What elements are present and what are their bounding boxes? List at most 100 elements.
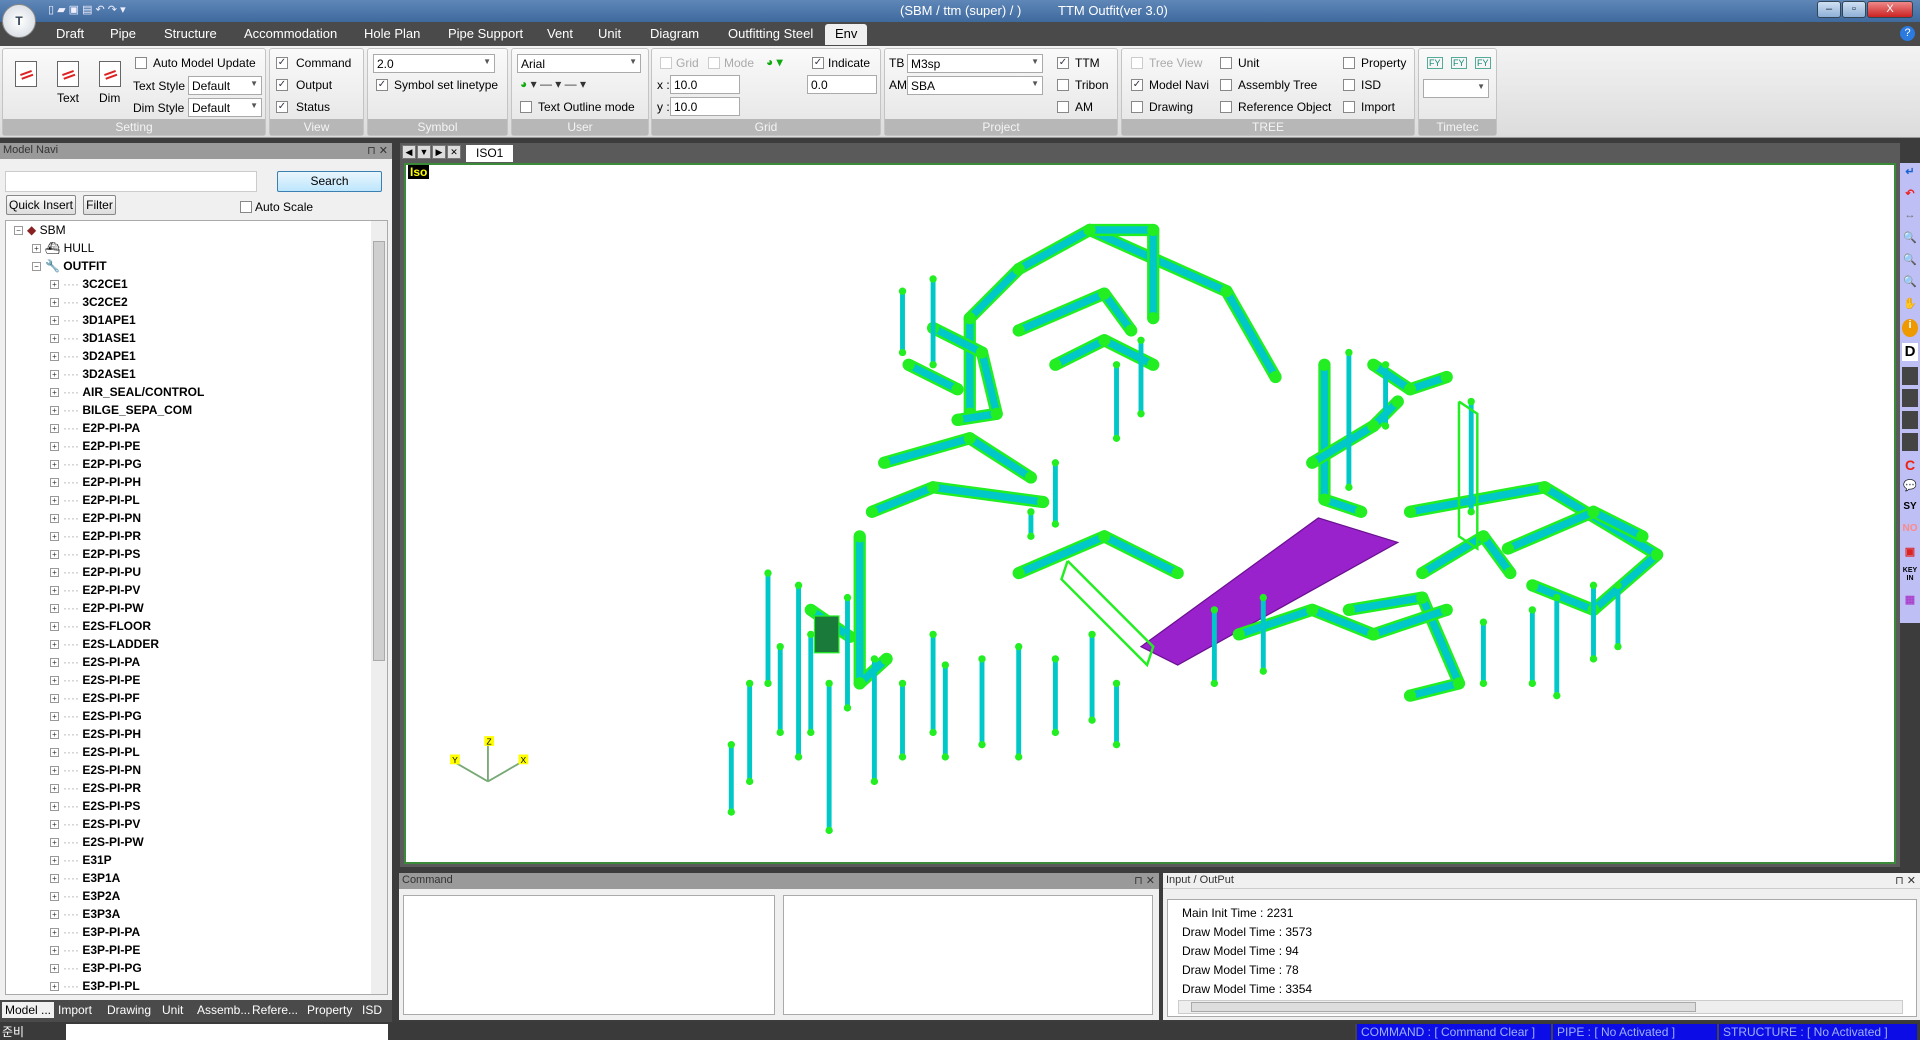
tree-node[interactable]: + ···· 3D1ASE1 — [50, 329, 136, 347]
expand-icon[interactable]: + — [50, 892, 59, 902]
am-checkbox[interactable] — [1057, 101, 1069, 113]
grid-checkbox[interactable] — [660, 57, 672, 69]
expand-icon[interactable]: + — [50, 622, 59, 632]
expand-icon[interactable]: + — [50, 316, 59, 326]
close-tab-icon[interactable]: ✕ — [447, 145, 461, 159]
font-select[interactable]: Arial ▼ — [517, 54, 641, 73]
tree-node[interactable]: + ···· E31P — [50, 851, 112, 869]
expand-icon[interactable]: + — [50, 712, 59, 722]
expand-icon[interactable]: + — [50, 496, 59, 506]
expand-icon[interactable]: + — [50, 784, 59, 794]
expand-icon[interactable]: + — [50, 838, 59, 848]
dim-button[interactable]: Dim — [99, 91, 120, 105]
status-checkbox[interactable]: ✓ — [276, 101, 288, 113]
tree-node[interactable]: + ···· E2S-PI-PH — [50, 725, 141, 743]
text-document-icon[interactable] — [57, 61, 79, 87]
tree-node[interactable]: + ···· E3P-PI-PE — [50, 941, 140, 959]
symbol-set-linetype-checkbox[interactable]: ✓ — [376, 79, 388, 91]
expand-icon[interactable]: + — [50, 946, 59, 956]
tree-node[interactable]: + ···· E2P-PI-PW — [50, 599, 144, 617]
expand-icon[interactable]: + — [50, 730, 59, 740]
expand-icon[interactable]: + — [50, 334, 59, 344]
tab-diagram[interactable]: Diagram — [650, 26, 699, 41]
reference-object-checkbox[interactable] — [1220, 101, 1232, 113]
command-history-area[interactable] — [783, 895, 1153, 1015]
expand-icon[interactable]: + — [50, 532, 59, 542]
expand-icon[interactable]: + — [50, 676, 59, 686]
mode-checkbox[interactable] — [708, 57, 720, 69]
color-line-pickers[interactable]: ◕ ▾ — ▾ — ▾ — [520, 77, 586, 91]
scrollbar-thumb[interactable] — [1191, 1002, 1696, 1012]
maximize-button[interactable]: ▫ — [1842, 1, 1866, 18]
drawing-checkbox[interactable] — [1131, 101, 1143, 113]
grid-y-input[interactable]: 10.0 — [670, 97, 740, 116]
collapse-icon[interactable]: − — [14, 226, 23, 236]
tree-node[interactable]: + ···· E2P-PI-PS — [50, 545, 140, 563]
tab-hole-plan[interactable]: Hole Plan — [364, 26, 420, 41]
tree-node[interactable]: + ···· E2S-LADDER — [50, 635, 159, 653]
tab-vent[interactable]: Vent — [547, 26, 573, 41]
expand-icon[interactable]: + — [50, 910, 59, 920]
tree-node[interactable]: + ···· E2P-PI-PE — [50, 437, 140, 455]
ttm-checkbox[interactable]: ✓ — [1057, 57, 1069, 69]
tab-pipe[interactable]: Pipe — [110, 26, 136, 41]
tab-unit[interactable]: Unit — [162, 1003, 183, 1017]
text-button[interactable]: Text — [57, 91, 79, 105]
next-tab-icon[interactable]: ▶ — [432, 145, 446, 159]
expand-icon[interactable]: + — [50, 424, 59, 434]
tree-node[interactable]: + ···· E3P-PI-PL — [50, 977, 140, 994]
tree-node[interactable]: + ···· 3C2CE1 — [50, 275, 128, 293]
pin-close-icons[interactable]: ⊓ ✕ — [367, 144, 388, 157]
am-select[interactable]: SBA ▼ — [907, 76, 1043, 95]
tree-node[interactable]: + ···· E3P1A — [50, 869, 120, 887]
move-icon[interactable]: ↔ — [1902, 209, 1918, 227]
tree-node[interactable]: + ···· E2P-PI-PH — [50, 473, 141, 491]
tab-structure[interactable]: Structure — [164, 26, 217, 41]
tab-iso1[interactable]: ISO1 — [466, 145, 514, 162]
tab-isd[interactable]: ISD — [362, 1003, 382, 1017]
timetec-select[interactable]: ▼ — [1423, 79, 1489, 98]
tab-accommodation[interactable]: Accommodation — [244, 26, 337, 41]
tab-reference[interactable]: Refere... — [252, 1003, 298, 1017]
expand-icon[interactable]: + — [50, 586, 59, 596]
view1-icon[interactable] — [1902, 367, 1918, 385]
view3-icon[interactable] — [1902, 411, 1918, 429]
tab-pipe-support[interactable]: Pipe Support — [448, 26, 523, 41]
expand-icon[interactable]: + — [50, 370, 59, 380]
minimize-button[interactable]: – — [1817, 1, 1841, 18]
tree-node[interactable]: + ···· E3P2A — [50, 887, 120, 905]
expand-icon[interactable]: + — [50, 604, 59, 614]
tree-node[interactable]: + ···· E2P-PI-PA — [50, 419, 140, 437]
color-palette-icon[interactable]: ◕ — [520, 77, 527, 91]
tab-outfitting-steel[interactable]: Outfitting Steel — [728, 26, 813, 41]
tree-node[interactable]: + ···· E3P3A — [50, 905, 120, 923]
expand-icon[interactable]: + — [32, 244, 41, 254]
close-button[interactable]: X — [1867, 1, 1913, 18]
tree-node[interactable]: + ···· E3P-PI-PA — [50, 923, 140, 941]
pin-close-icons[interactable]: ⊓ ✕ — [1134, 874, 1155, 887]
command-input-area[interactable] — [403, 895, 775, 1015]
unit-checkbox[interactable] — [1220, 57, 1232, 69]
tab-unit[interactable]: Unit — [598, 26, 621, 41]
expand-icon[interactable]: + — [50, 640, 59, 650]
no-icon[interactable]: NO — [1902, 523, 1918, 541]
horizontal-scrollbar[interactable] — [1178, 1000, 1903, 1014]
expand-icon[interactable]: + — [50, 820, 59, 830]
tree-node[interactable]: + ···· 3C2CE2 — [50, 293, 128, 311]
tree-node[interactable]: + ···· E2P-PI-PR — [50, 527, 141, 545]
sy-icon[interactable]: SY — [1902, 501, 1918, 519]
tree-node[interactable]: + ···· E2S-PI-PS — [50, 797, 140, 815]
expand-icon[interactable]: + — [50, 658, 59, 668]
model-canvas[interactable]: Iso Z Y X — [404, 163, 1896, 864]
enter-icon[interactable]: ↵ — [1902, 165, 1918, 183]
tree-view-checkbox[interactable] — [1131, 57, 1143, 69]
command-checkbox[interactable]: ✓ — [276, 57, 288, 69]
indicate-checkbox[interactable]: ✓ — [812, 57, 824, 69]
zoom-all-icon[interactable]: 🔍 — [1902, 275, 1918, 293]
expand-icon[interactable]: + — [50, 694, 59, 704]
model-navi-checkbox[interactable]: ✓ — [1131, 79, 1143, 91]
scrollbar-thumb[interactable] — [373, 241, 385, 661]
property-checkbox[interactable] — [1343, 57, 1355, 69]
filter-button[interactable]: Filter — [83, 195, 116, 215]
tb-select[interactable]: M3sp ▼ — [907, 54, 1043, 73]
